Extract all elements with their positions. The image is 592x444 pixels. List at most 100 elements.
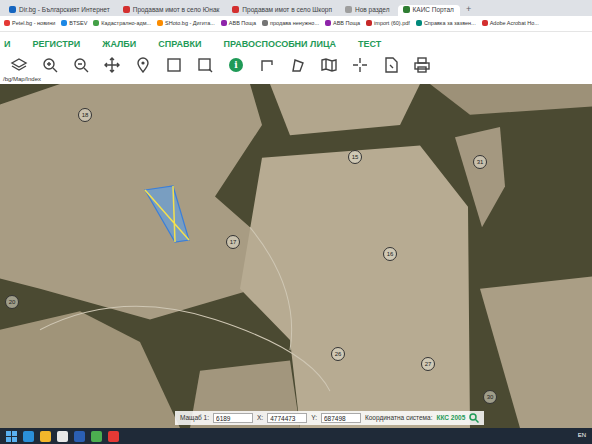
map-toolbar: i (0, 54, 592, 76)
taskbar-app-icon[interactable] (23, 431, 34, 442)
bookmark[interactable]: продава ненужно... (262, 20, 319, 27)
language-indicator[interactable]: EN (578, 432, 586, 439)
menu-item[interactable]: ПРАВОСПОСОБНИ ЛИЦА (223, 39, 336, 50)
parcel-label[interactable]: 16 (383, 247, 397, 261)
tab-label: Dir.bg - Българският Интернет (19, 6, 110, 14)
bookmark-favicon-icon (325, 20, 331, 26)
taskbar-app-icon[interactable] (74, 431, 85, 442)
new-tab-button[interactable]: + (462, 5, 475, 16)
measure-line-icon (258, 56, 276, 74)
toolbar-button[interactable] (351, 56, 369, 74)
bookmark-label: ABB Поща (333, 20, 360, 27)
bookmark-label: SHoto.bg - Дигита... (165, 20, 215, 27)
toolbar-button[interactable] (134, 56, 152, 74)
coord-label: Y: (311, 414, 317, 422)
bookmark-label: BTSEV (69, 20, 87, 27)
bookmark-label: ABB Поща (229, 20, 256, 27)
menu-item[interactable]: ТЕСТ (358, 39, 381, 50)
bookmark-label: Справка за зазвен... (424, 20, 476, 27)
browser-tab[interactable]: Продавам имот в село Шкорп (227, 5, 338, 16)
browser-tab[interactable]: Dir.bg - Българският Интернет (4, 5, 116, 16)
bookmark[interactable]: ABB Поща (221, 20, 256, 27)
coordinate-system[interactable]: ККС 2005 (436, 414, 465, 422)
bookmark[interactable]: import (60).pdf (366, 20, 410, 27)
print-icon (413, 56, 431, 74)
search-icon (469, 413, 479, 423)
bookmark-favicon-icon (262, 20, 268, 26)
coord-label: X: (257, 414, 263, 422)
bookmark[interactable]: SHoto.bg - Дигита... (157, 20, 215, 27)
search-button[interactable] (469, 413, 479, 423)
parcel-label[interactable]: 26 (331, 347, 345, 361)
selected-parcel[interactable] (143, 184, 193, 244)
taskbar-app-icon[interactable] (108, 431, 119, 442)
toolbar-button[interactable]: i (227, 56, 245, 74)
toolbar-button[interactable] (382, 56, 400, 74)
polygon-icon (289, 56, 307, 74)
pin-icon (134, 56, 152, 74)
toolbar-button[interactable] (10, 56, 28, 74)
menu-item[interactable]: РЕГИСТРИ (32, 39, 80, 50)
toolbar-button[interactable] (165, 56, 183, 74)
taskbar-app-icon[interactable] (40, 431, 51, 442)
toolbar-button[interactable] (41, 56, 59, 74)
x-field[interactable] (267, 413, 307, 423)
browser-tab[interactable]: Продавам имот в село Юнак (118, 5, 226, 16)
windows-start-icon (6, 431, 17, 442)
toolbar-button[interactable] (320, 56, 338, 74)
menu-item[interactable]: ЖАЛБИ (102, 39, 136, 50)
tab-label: Продавам имот в село Шкорп (242, 6, 332, 14)
bookmark[interactable]: ABB Поща (325, 20, 360, 27)
toolbar-button[interactable] (413, 56, 431, 74)
bookmark-label: import (60).pdf (374, 20, 410, 27)
menu-item[interactable]: СПРАВКИ (158, 39, 201, 50)
bookmark[interactable]: Adobe Acrobat Ho... (482, 20, 539, 27)
tab-label: Нов раздел (355, 6, 390, 14)
scale-field[interactable] (213, 413, 253, 423)
browser-tab[interactable]: Нов раздел (340, 5, 396, 16)
coord-label: Мащаб 1: (180, 414, 209, 422)
main-menu: И РЕГИСТРИ ЖАЛБИ СПРАВКИ ПРАВОСПОСОБНИ ЛИЦА Т… (0, 32, 592, 54)
parcel-label[interactable]: 17 (226, 235, 240, 249)
satellite-imagery (0, 84, 592, 428)
parcel-label[interactable]: 27 (421, 357, 435, 371)
bookmark-favicon-icon (416, 20, 422, 26)
favicon-icon (9, 6, 16, 13)
bookmark-favicon-icon (4, 20, 10, 26)
taskbar-app-icon[interactable] (57, 431, 68, 442)
bookmark[interactable]: Кадастрално-адм... (93, 20, 151, 27)
bookmark-label: продава ненужно... (270, 20, 319, 27)
browser-tab[interactable]: КАИС Портал (398, 5, 460, 16)
parcel-label[interactable]: 31 (473, 155, 487, 169)
parcel-label[interactable]: 20 (5, 295, 19, 309)
favicon-icon (403, 6, 410, 13)
parcel-label[interactable]: 15 (348, 150, 362, 164)
bookmark-favicon-icon (61, 20, 67, 26)
favicon-icon (232, 6, 239, 13)
toolbar-button[interactable] (196, 56, 214, 74)
toolbar-button[interactable] (258, 56, 276, 74)
toolbar-button[interactable] (72, 56, 90, 74)
bookmarks-bar: Petel.bg - новини BTSEV Кадастрално-адм...… (0, 16, 592, 32)
parcel-label[interactable]: 30 (483, 390, 497, 404)
taskbar-app-icon[interactable] (91, 431, 102, 442)
taskbar: EN (0, 428, 592, 444)
bookmark-favicon-icon (366, 20, 372, 26)
zoom-in-icon (41, 56, 59, 74)
bookmark-favicon-icon (157, 20, 163, 26)
bookmark[interactable]: Справка за зазвен... (416, 20, 476, 27)
toolbar-button[interactable] (103, 56, 121, 74)
y-field[interactable] (321, 413, 361, 423)
status-url: /bg/Map/Index (0, 76, 592, 84)
toolbar-button[interactable] (289, 56, 307, 74)
layers-icon (10, 56, 28, 74)
menu-item[interactable]: И (4, 39, 10, 50)
parcel-label[interactable]: 18 (78, 108, 92, 122)
bookmark[interactable]: BTSEV (61, 20, 87, 27)
coord-label: Координатна система: (365, 414, 433, 422)
document-icon (382, 56, 400, 74)
coordinates-bar: Мащаб 1: X: Y: Координатна система:ККС 2005 (175, 411, 484, 425)
info-icon: i (229, 58, 243, 72)
map-canvas[interactable]: 18 15 31 17 16 20 26 27 30 Мащаб 1: X: Y: Координатн… (0, 84, 592, 428)
bookmark[interactable]: Petel.bg - новини (4, 20, 55, 27)
